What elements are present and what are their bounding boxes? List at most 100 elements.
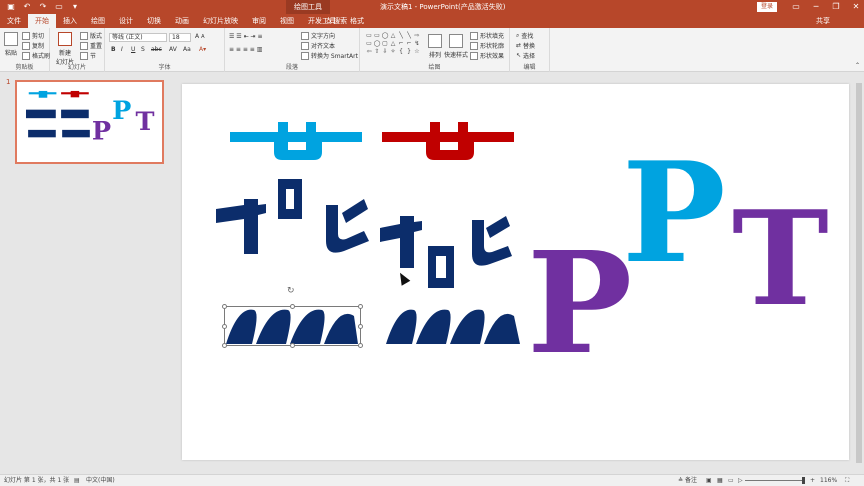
redo-icon[interactable]: ↷: [38, 2, 48, 12]
language-status[interactable]: 中文(中国): [86, 475, 115, 486]
resize-handle[interactable]: [222, 324, 227, 329]
spellcheck-icon[interactable]: ▤: [74, 475, 80, 486]
strike-button[interactable]: abc: [151, 46, 162, 53]
layout-icon: [80, 31, 88, 40]
italic-button[interactable]: I: [121, 46, 123, 53]
vertical-scrollbar[interactable]: [854, 73, 864, 473]
tab-home[interactable]: 开始: [28, 14, 56, 28]
font-size-select[interactable]: 18: [169, 33, 191, 42]
tab-review[interactable]: 审阅: [245, 14, 273, 28]
red-bar-shape[interactable]: [382, 122, 514, 162]
powerpoint-window: ▣ ↶ ↷ ▭ ▾ 绘图工具 演示文稿1 - PowerPoint(产品激活失败…: [0, 0, 864, 486]
dropdown-icon[interactable]: ▾: [70, 2, 80, 12]
select-button[interactable]: ↖ 选择: [516, 51, 535, 60]
reset-button[interactable]: 重置: [80, 41, 102, 50]
quick-styles-button[interactable]: 快速样式: [444, 34, 468, 59]
zoom-in-icon[interactable]: +: [810, 475, 815, 486]
shadow-button[interactable]: S: [141, 46, 145, 53]
tab-format[interactable]: 格式: [343, 14, 371, 28]
new-slide-icon: [58, 32, 72, 46]
tab-view[interactable]: 视图: [273, 14, 301, 28]
tab-file[interactable]: 文件: [0, 14, 28, 28]
zoom-slider[interactable]: [745, 480, 805, 481]
tab-animations[interactable]: 动画: [168, 14, 196, 28]
paste-icon: [4, 32, 18, 46]
notes-button[interactable]: ≙ 备注: [678, 475, 697, 486]
font-name-select[interactable]: 等线 (正文): [109, 33, 167, 42]
letter-t-purple[interactable]: T: [732, 194, 829, 324]
minimize-icon[interactable]: ─: [806, 0, 826, 14]
tab-insert[interactable]: 插入: [56, 14, 84, 28]
normal-view-icon[interactable]: ▣: [706, 475, 712, 486]
tab-transitions[interactable]: 切换: [140, 14, 168, 28]
ribbon-display-icon[interactable]: ▭: [786, 0, 806, 14]
share-button[interactable]: 共享: [816, 14, 830, 28]
resize-handle[interactable]: [358, 343, 363, 348]
grow-font-button[interactable]: AA: [195, 33, 205, 40]
text-direction-button[interactable]: 文字方向: [301, 31, 335, 40]
align-text-icon: [301, 41, 309, 50]
login-button[interactable]: 登录: [757, 2, 777, 12]
copy-icon: [22, 41, 30, 50]
navy-glyph-left[interactable]: [214, 179, 374, 259]
align-icons[interactable]: ≡ ≡ ≡ ≡ ▥: [229, 46, 262, 53]
shapes-gallery[interactable]: ▭ ▭ ◯ △ ╲ ╲ ⇨ ▭ ◯ ▢ △ ⌐ ⌐ ↯ ⇦ ⇧ ⇩ ✧{} ☆: [365, 32, 421, 56]
tab-slideshow[interactable]: 幻灯片放映: [196, 14, 245, 28]
resize-handle[interactable]: [358, 304, 363, 309]
change-case-button[interactable]: Aa: [183, 46, 191, 53]
copy-button[interactable]: 复制: [22, 41, 44, 50]
resize-handle[interactable]: [290, 304, 295, 309]
shape-effects-button[interactable]: 形状效果: [470, 51, 504, 60]
replace-button[interactable]: ⇄ 替换: [516, 41, 535, 50]
reading-view-icon[interactable]: ▭: [728, 475, 734, 486]
slide-canvas[interactable]: ↻ P P T: [182, 84, 849, 460]
effects-icon: [470, 51, 478, 60]
sorter-view-icon[interactable]: ▦: [717, 475, 723, 486]
resize-handle[interactable]: [290, 343, 295, 348]
cut-button[interactable]: 剪切: [22, 31, 44, 40]
resize-handle[interactable]: [358, 324, 363, 329]
tell-me-search[interactable]: ♁ 搜索: [326, 14, 347, 28]
tab-design[interactable]: 设计: [112, 14, 140, 28]
shape-fill-button[interactable]: 形状填充: [470, 31, 504, 40]
find-button[interactable]: ⌕ 查找: [516, 31, 533, 41]
rotate-handle-icon[interactable]: ↻: [287, 286, 295, 296]
paste-button[interactable]: 粘贴: [4, 32, 18, 57]
bold-button[interactable]: B: [111, 46, 116, 53]
char-spacing-button[interactable]: AV: [169, 46, 177, 53]
sky-bar-shape[interactable]: [230, 122, 362, 162]
arrange-button[interactable]: 排列: [428, 34, 442, 59]
font-color-icon[interactable]: A▾: [199, 46, 206, 53]
zoom-slider-knob[interactable]: [802, 477, 805, 484]
start-icon[interactable]: ▭: [54, 2, 64, 12]
underline-button[interactable]: U: [131, 46, 135, 53]
save-icon[interactable]: ▣: [6, 2, 16, 12]
smartart-icon: [301, 51, 309, 60]
letter-p-blue[interactable]: P: [622, 144, 726, 282]
resize-handle[interactable]: [222, 304, 227, 309]
bullets-icon[interactable]: ☰ ☰ ⇤ ⇥ ≡: [229, 33, 262, 40]
slide-thumbnail[interactable]: P P T: [15, 80, 164, 164]
tab-draw[interactable]: 绘图: [84, 14, 112, 28]
navy-wave-right[interactable]: [386, 306, 520, 348]
layout-button[interactable]: 版式: [80, 31, 102, 40]
scrollbar-thumb[interactable]: [856, 83, 862, 463]
align-text-button[interactable]: 对齐文本: [301, 41, 335, 50]
fit-to-window-icon[interactable]: ⛶: [845, 475, 849, 486]
undo-icon[interactable]: ↶: [22, 2, 32, 12]
collapse-ribbon-icon[interactable]: ⌃: [855, 62, 860, 69]
slideshow-view-icon[interactable]: ▷: [738, 475, 743, 486]
resize-handle[interactable]: [222, 343, 227, 348]
section-button[interactable]: 节: [80, 51, 96, 60]
letter-p-purple[interactable]: P: [527, 234, 632, 374]
context-tab-label: 绘图工具: [286, 0, 330, 14]
zoom-level[interactable]: 116%: [820, 475, 837, 486]
close-icon[interactable]: ✕: [846, 0, 864, 14]
shape-outline-button[interactable]: 形状轮廓: [470, 41, 504, 50]
format-painter-button[interactable]: 格式刷: [22, 51, 50, 60]
lightbulb-icon: ♁: [326, 17, 332, 25]
new-slide-button[interactable]: 新建 幻灯片: [56, 32, 74, 66]
smartart-button[interactable]: 转换为 SmartArt: [301, 51, 358, 60]
restore-icon[interactable]: ❐: [826, 0, 846, 14]
svg-text:P: P: [112, 96, 131, 126]
